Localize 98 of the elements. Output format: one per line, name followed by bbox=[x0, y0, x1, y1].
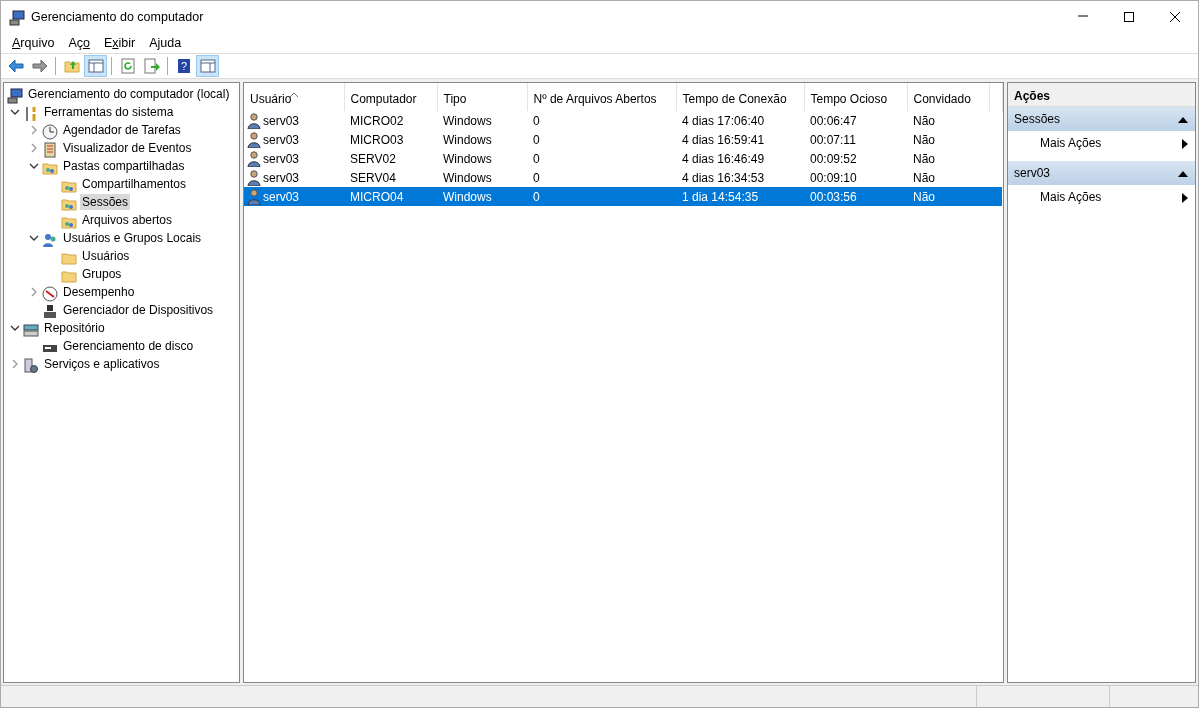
tree-item[interactable]: Arquivos abertos bbox=[80, 212, 175, 228]
device-icon bbox=[42, 303, 58, 320]
column-header[interactable]: Computador bbox=[344, 83, 437, 111]
table-cell: Não bbox=[913, 151, 935, 166]
menu-item[interactable]: Aço bbox=[61, 33, 97, 53]
tree-item[interactable]: Usuários e Grupos Locais bbox=[61, 230, 204, 246]
table-cell: 4 dias 16:59:41 bbox=[682, 132, 765, 147]
table-cell: Windows bbox=[443, 113, 492, 128]
table-cell: 00:07:11 bbox=[810, 132, 856, 147]
folder-up-icon bbox=[63, 58, 80, 74]
menu-item[interactable]: Arquivo bbox=[5, 33, 62, 53]
tree-item[interactable]: Gerenciador de Dispositivos bbox=[61, 302, 216, 318]
table-cell[interactable]: serv03 bbox=[263, 168, 300, 187]
actions-title: Ações bbox=[1008, 83, 1195, 107]
services-icon bbox=[23, 357, 39, 374]
table-cell: 00:03:56 bbox=[810, 189, 857, 204]
refresh-icon bbox=[119, 58, 136, 74]
table-cell: Não bbox=[913, 132, 935, 147]
tree-item[interactable]: Ferramentas do sistema bbox=[42, 104, 176, 120]
table-cell: MICRO04 bbox=[350, 189, 404, 204]
column-header[interactable]: Nº de Arquivos Abertos bbox=[527, 83, 676, 111]
submenu-arrow-icon bbox=[1181, 191, 1189, 204]
table-cell: 4 dias 16:46:49 bbox=[682, 151, 765, 166]
forward-icon bbox=[31, 58, 48, 74]
table-cell[interactable]: serv03 bbox=[263, 111, 300, 130]
table-cell: Não bbox=[913, 189, 935, 204]
table-cell: Não bbox=[913, 113, 935, 128]
menu-item[interactable]: Ajuda bbox=[142, 33, 189, 53]
table-cell: 0 bbox=[533, 113, 540, 128]
user-icon bbox=[247, 189, 261, 206]
close-icon bbox=[1169, 11, 1181, 23]
user-icon bbox=[247, 113, 261, 130]
actions-section-header[interactable]: Sessões bbox=[1008, 107, 1195, 131]
table-cell: Windows bbox=[443, 151, 492, 166]
export-icon bbox=[143, 58, 160, 74]
computer-icon bbox=[9, 9, 25, 26]
table-cell: 00:06:47 bbox=[810, 113, 857, 128]
maximize-icon bbox=[1123, 11, 1135, 23]
back-icon bbox=[7, 58, 24, 74]
tree-item[interactable]: Gerenciamento do computador (local) bbox=[26, 86, 232, 102]
table-cell: SERV04 bbox=[350, 170, 396, 185]
tree-item[interactable]: Visualizador de Eventos bbox=[61, 140, 194, 156]
table-cell: 4 dias 16:34:53 bbox=[682, 170, 765, 185]
actions-section-header[interactable]: serv03 bbox=[1008, 161, 1195, 185]
table-cell: 00:09:10 bbox=[810, 170, 857, 185]
tree-item[interactable]: Pastas compartilhadas bbox=[61, 158, 187, 174]
gauge-icon bbox=[42, 285, 58, 302]
clock-icon bbox=[42, 123, 58, 140]
tree-item[interactable]: Compartilhamentos bbox=[80, 176, 189, 192]
table-cell: 0 bbox=[533, 151, 540, 166]
submenu-arrow-icon bbox=[1181, 137, 1189, 150]
user-icon bbox=[247, 151, 261, 168]
tree-item[interactable]: Gerenciamento de disco bbox=[61, 338, 196, 354]
table-cell: MICRO02 bbox=[350, 113, 404, 128]
action-link[interactable]: Mais Ações bbox=[1008, 131, 1195, 155]
table-cell: Windows bbox=[443, 132, 492, 147]
tree-item[interactable]: Agendador de Tarefas bbox=[61, 122, 183, 138]
table-cell[interactable]: serv03 bbox=[263, 130, 300, 149]
tree-item[interactable]: Desempenho bbox=[61, 284, 137, 300]
event-log-icon bbox=[42, 141, 58, 158]
table-cell: MICRO03 bbox=[350, 132, 404, 147]
user-icon bbox=[247, 132, 261, 149]
column-header[interactable]: Tipo bbox=[437, 83, 527, 111]
column-header[interactable]: Tempo de Conexão bbox=[676, 83, 804, 111]
table-cell: Windows bbox=[443, 189, 492, 204]
table-cell: SERV02 bbox=[350, 151, 396, 166]
tree-item[interactable]: Repositório bbox=[42, 320, 107, 336]
toolbar-button[interactable] bbox=[84, 55, 107, 77]
table-cell: 4 dias 17:06:40 bbox=[682, 113, 765, 128]
table-cell: Não bbox=[913, 170, 935, 185]
column-header[interactable]: Usuário bbox=[244, 83, 344, 111]
tree-item[interactable]: Serviços e aplicativos bbox=[42, 356, 162, 372]
table-cell: 0 bbox=[533, 189, 540, 204]
tools-icon bbox=[23, 105, 39, 122]
window-title: Gerenciamento do computador bbox=[31, 8, 204, 26]
sort-ascending-icon bbox=[289, 91, 299, 98]
pane-icon bbox=[199, 58, 216, 74]
table-cell: 0 bbox=[533, 132, 540, 147]
table-cell: 00:09:52 bbox=[810, 151, 857, 166]
column-header[interactable]: Convidado bbox=[907, 83, 989, 111]
tree-item[interactable]: Grupos bbox=[80, 266, 124, 282]
column-header[interactable]: Tempo Ocioso bbox=[804, 83, 907, 111]
table-cell: 1 dia 14:54:35 bbox=[682, 189, 759, 204]
tree-item[interactable]: Sessões bbox=[80, 194, 131, 210]
section-title: Sessões bbox=[1014, 111, 1061, 128]
toolbar-button[interactable] bbox=[196, 55, 219, 77]
user-icon bbox=[247, 170, 261, 187]
menu-item[interactable]: Exibir bbox=[96, 33, 143, 53]
storage-icon bbox=[23, 321, 39, 338]
pane-icon bbox=[87, 58, 104, 74]
action-link[interactable]: Mais Ações bbox=[1008, 185, 1195, 209]
table-cell[interactable]: serv03 bbox=[263, 149, 300, 168]
table-cell: Windows bbox=[443, 170, 492, 185]
table-cell: 0 bbox=[533, 170, 540, 185]
users-icon bbox=[42, 231, 58, 248]
tree-item[interactable]: Usuários bbox=[80, 248, 132, 264]
section-title: serv03 bbox=[1014, 165, 1051, 182]
computer-icon bbox=[7, 87, 23, 104]
